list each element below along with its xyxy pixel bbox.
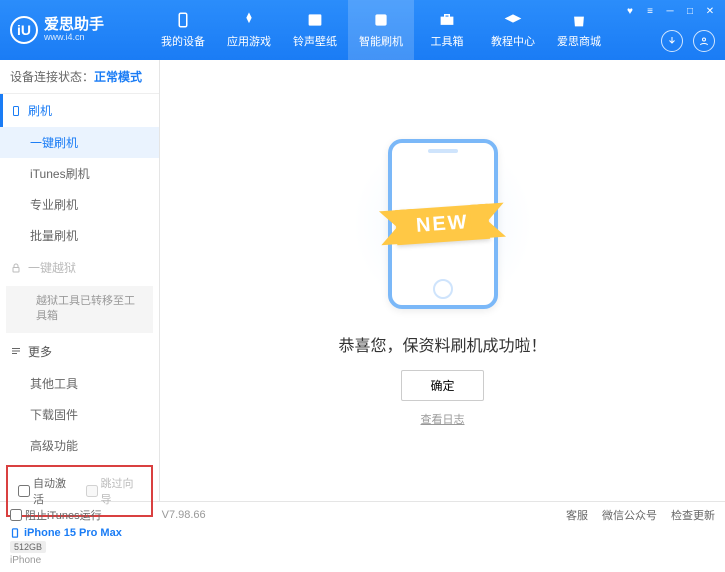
device-type: iPhone [10, 555, 149, 566]
nav-toolbox[interactable]: 工具箱 [414, 0, 480, 60]
list-icon [10, 345, 22, 357]
sidebar-item-advanced[interactable]: 高级功能 [0, 430, 159, 461]
flash-icon [372, 11, 390, 29]
top-nav: 我的设备 应用游戏 铃声壁纸 智能刷机 工具箱 教程中心 爱思商城 [150, 0, 612, 60]
close-button[interactable]: ✕ [701, 4, 719, 18]
footer-service[interactable]: 客服 [566, 507, 588, 523]
bag-icon [570, 11, 588, 29]
lock-icon [10, 262, 22, 274]
footer-update[interactable]: 检查更新 [671, 507, 715, 523]
nav-label: 智能刷机 [359, 33, 403, 49]
checkbox-auto-activate[interactable]: 自动激活 [18, 475, 74, 507]
status-prefix: 设备连接状态： [10, 70, 94, 84]
sidebar-header-label: 刷机 [28, 102, 52, 119]
status-mode: 正常模式 [94, 70, 142, 84]
graduation-icon [504, 11, 522, 29]
nav-label: 教程中心 [491, 33, 535, 49]
nav-my-device[interactable]: 我的设备 [150, 0, 216, 60]
sidebar-item-other-tools[interactable]: 其他工具 [0, 368, 159, 399]
nav-label: 应用游戏 [227, 33, 271, 49]
version-label: V7.98.66 [162, 509, 206, 521]
sidebar-header-jailbreak[interactable]: 一键越狱 [0, 251, 159, 284]
checkbox-input[interactable] [86, 485, 98, 497]
device-status: 设备连接状态：正常模式 [0, 60, 159, 94]
phone-icon [174, 11, 192, 29]
nav-smart-flash[interactable]: 智能刷机 [348, 0, 414, 60]
download-icon[interactable] [661, 30, 683, 52]
view-log-link[interactable]: 查看日志 [421, 411, 465, 427]
checkbox-skip-guide[interactable]: 跳过向导 [86, 475, 142, 507]
nav-apps[interactable]: 应用游戏 [216, 0, 282, 60]
sidebar-item-itunes[interactable]: iTunes刷机 [0, 158, 159, 189]
flash-small-icon [10, 105, 22, 117]
success-illustration: NEW [333, 134, 553, 314]
device-name-text: iPhone 15 Pro Max [24, 527, 122, 539]
menu-icon[interactable]: ≡ [641, 4, 659, 18]
toolbox-icon [438, 11, 456, 29]
titlebar: iU 爱思助手 www.i4.cn 我的设备 应用游戏 铃声壁纸 智能刷机 工具… [0, 0, 725, 60]
device-name[interactable]: iPhone 15 Pro Max [10, 527, 149, 539]
app-title: 爱思助手 [44, 17, 104, 34]
nav-label: 工具箱 [431, 33, 464, 49]
checkbox-label: 自动激活 [33, 475, 74, 507]
sidebar-item-batch[interactable]: 批量刷机 [0, 220, 159, 251]
window-controls: ♥ ≡ ─ □ ✕ [621, 4, 719, 18]
user-icon[interactable] [693, 30, 715, 52]
sidebar-header-label: 一键越狱 [28, 259, 76, 276]
sidebar-header-flash[interactable]: 刷机 [0, 94, 159, 127]
picture-icon [306, 11, 324, 29]
nav-store[interactable]: 爱思商城 [546, 0, 612, 60]
nav-ringtones[interactable]: 铃声壁纸 [282, 0, 348, 60]
main-panel: NEW 恭喜您，保资料刷机成功啦！ 确定 查看日志 [160, 60, 725, 501]
phone-small-icon [10, 527, 20, 539]
apps-icon [240, 11, 258, 29]
jailbreak-hint: 越狱工具已转移至工具箱 [6, 286, 153, 333]
feedback-icon[interactable]: ♥ [621, 4, 639, 18]
sidebar-item-pro[interactable]: 专业刷机 [0, 189, 159, 220]
sidebar-header-more[interactable]: 更多 [0, 335, 159, 368]
sidebar-item-download-fw[interactable]: 下载固件 [0, 399, 159, 430]
checkbox-label: 阻止iTunes运行 [25, 507, 102, 523]
device-storage-badge: 512GB [10, 541, 46, 553]
maximize-button[interactable]: □ [681, 4, 699, 18]
nav-label: 爱思商城 [557, 33, 601, 49]
checkbox-input[interactable] [10, 509, 22, 521]
device-info: iPhone 15 Pro Max 512GB iPhone [0, 521, 159, 572]
checkbox-input[interactable] [18, 485, 30, 497]
checkbox-label: 跳过向导 [101, 475, 142, 507]
success-message: 恭喜您，保资料刷机成功啦！ [338, 332, 546, 356]
logo-icon: iU [10, 16, 38, 44]
ok-button[interactable]: 确定 [401, 370, 483, 401]
sidebar-item-onekey[interactable]: 一键刷机 [0, 127, 159, 158]
app-subtitle: www.i4.cn [44, 33, 104, 43]
footer-wechat[interactable]: 微信公众号 [602, 507, 657, 523]
sidebar-header-label: 更多 [28, 343, 52, 360]
sidebar: 设备连接状态：正常模式 刷机 一键刷机 iTunes刷机 专业刷机 批量刷机 一… [0, 60, 160, 501]
nav-tutorials[interactable]: 教程中心 [480, 0, 546, 60]
checkbox-block-itunes[interactable]: 阻止iTunes运行 [10, 507, 102, 523]
logo-area: iU 爱思助手 www.i4.cn [0, 16, 150, 44]
nav-label: 我的设备 [161, 33, 205, 49]
nav-label: 铃声壁纸 [293, 33, 337, 49]
minimize-button[interactable]: ─ [661, 4, 679, 18]
new-ribbon-icon: NEW [395, 203, 490, 244]
